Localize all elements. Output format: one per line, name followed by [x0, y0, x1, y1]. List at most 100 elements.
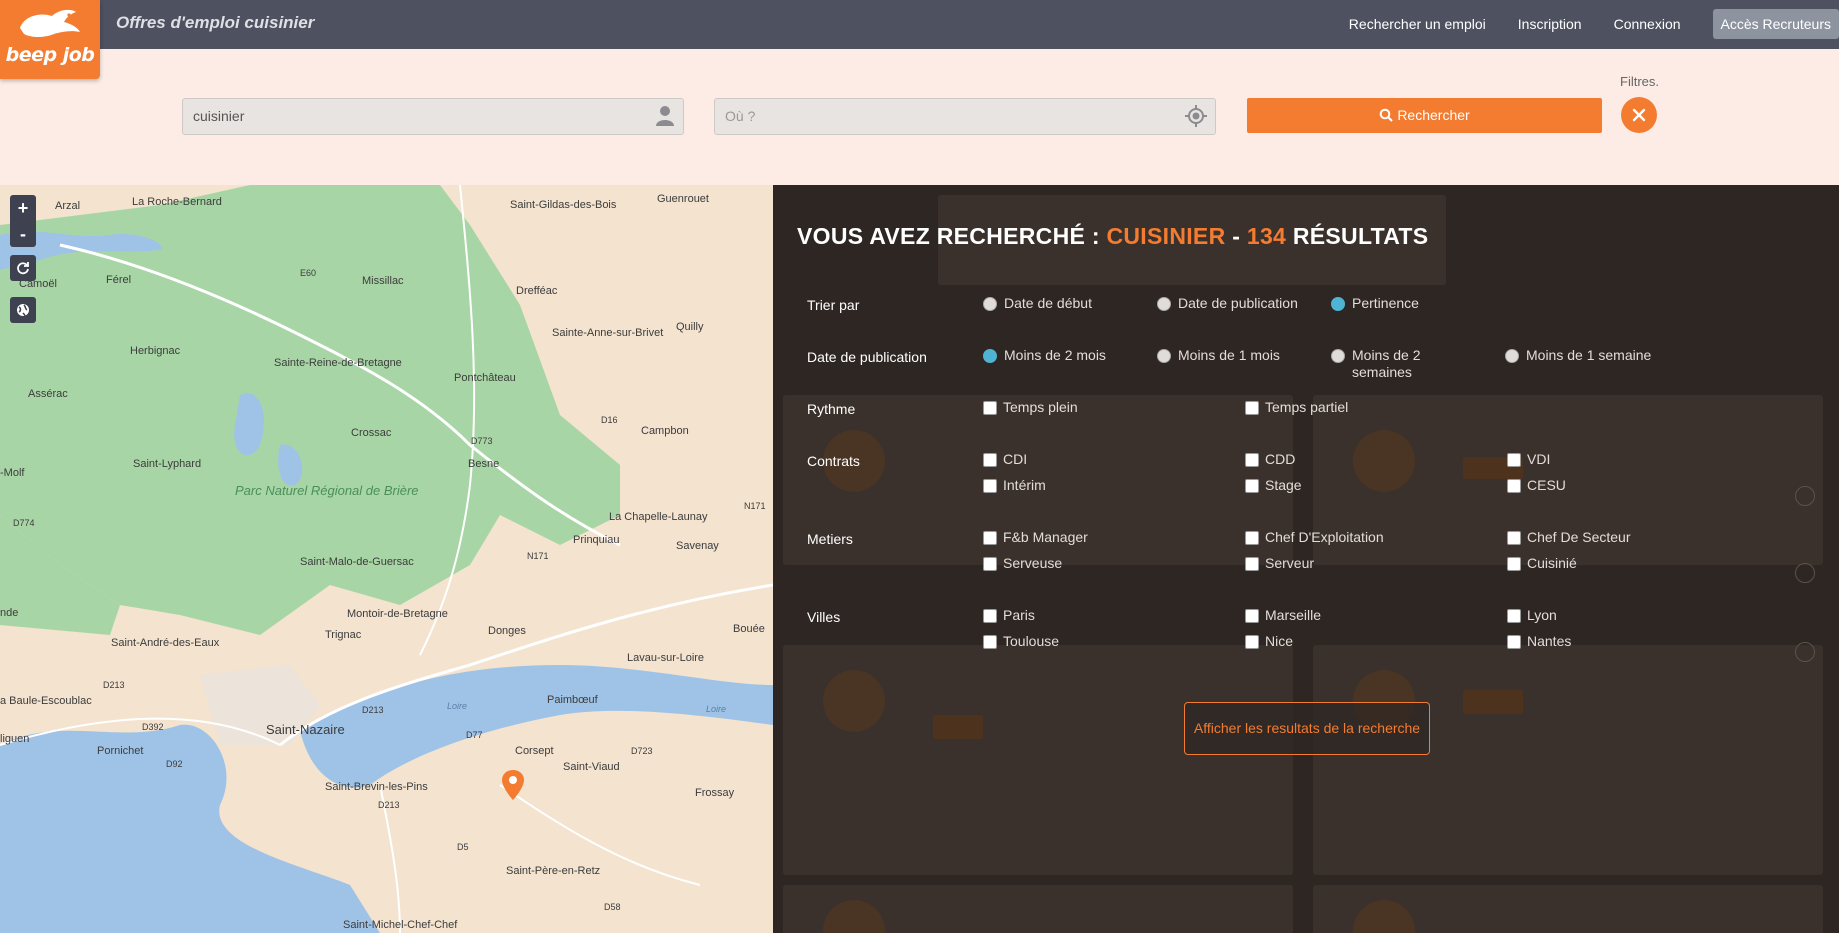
sort-option-start-date[interactable]: Date de début — [983, 295, 1092, 311]
close-filters-button[interactable] — [1621, 97, 1657, 133]
checkbox[interactable] — [983, 401, 997, 415]
map-road-label: D773 — [471, 436, 493, 446]
checkbox[interactable] — [983, 453, 997, 467]
radio-selected[interactable] — [983, 349, 997, 363]
job-option-chef-secteur[interactable]: Chef De Secteur — [1507, 529, 1631, 545]
results-heading: VOUS AVEZ RECHERCHÉ : CUISINIER - 134 RÉ… — [797, 223, 1428, 250]
nav-login-link[interactable]: Connexion — [1614, 16, 1681, 32]
rythme-option-part-time[interactable]: Temps partiel — [1245, 399, 1348, 415]
job-option-fb-manager[interactable]: F&b Manager — [983, 529, 1088, 545]
radio[interactable] — [1157, 297, 1171, 311]
logo[interactable]: beep job — [0, 0, 100, 79]
checkbox[interactable] — [983, 479, 997, 493]
contract-option-stage[interactable]: Stage — [1245, 477, 1302, 493]
job-search-input[interactable]: cuisinier — [182, 98, 684, 135]
nav-search-job-link[interactable]: Rechercher un emploi — [1349, 16, 1486, 32]
checkbox[interactable] — [1507, 479, 1521, 493]
date-option-1-month[interactable]: Moins de 1 mois — [1157, 347, 1280, 363]
map-pin-icon[interactable] — [502, 770, 524, 805]
city-option-toulouse[interactable]: Toulouse — [983, 633, 1059, 649]
globe-button[interactable] — [10, 297, 36, 323]
checkbox[interactable] — [1245, 479, 1259, 493]
map-place-label: Frossay — [695, 787, 735, 799]
date-option-2-months[interactable]: Moins de 2 mois — [983, 347, 1106, 363]
results-heading-separator: - — [1232, 223, 1241, 249]
map-place-label: Saint-Gildas-des-Bois — [510, 199, 617, 211]
checkbox[interactable] — [1245, 453, 1259, 467]
checkbox[interactable] — [1507, 453, 1521, 467]
show-results-button[interactable]: Afficher les resultats de la recherche — [1184, 702, 1430, 755]
city-option-nantes[interactable]: Nantes — [1507, 633, 1571, 649]
date-option-2-weeks[interactable]: Moins de 2 semaines — [1331, 347, 1451, 381]
contract-option-cdd[interactable]: CDD — [1245, 451, 1295, 467]
map-road-label: D5 — [457, 842, 469, 852]
option-label: Serveuse — [1003, 555, 1063, 571]
job-option-cuisinie[interactable]: Cuisinié — [1507, 555, 1577, 571]
rythme-filter-label: Rythme — [807, 401, 856, 417]
map-place-label: Sainte-Anne-sur-Brivet — [552, 327, 664, 339]
nav-recruiters-button[interactable]: Accès Recruteurs — [1712, 9, 1839, 39]
checkbox[interactable] — [983, 557, 997, 571]
map-road-label: D77 — [466, 730, 483, 740]
checkbox[interactable] — [1245, 635, 1259, 649]
city-option-marseille[interactable]: Marseille — [1245, 607, 1321, 623]
checkbox[interactable] — [983, 531, 997, 545]
option-label: Marseille — [1265, 607, 1322, 623]
contract-option-interim[interactable]: Intérim — [983, 477, 1046, 493]
radio[interactable] — [1157, 349, 1171, 363]
checkbox[interactable] — [1507, 531, 1521, 545]
contract-option-cesu[interactable]: CESU — [1507, 477, 1566, 493]
chevron-down-icon[interactable] — [1795, 642, 1815, 662]
map-place-label: Guenrouet — [657, 193, 709, 205]
nav-signup-link[interactable]: Inscription — [1518, 16, 1582, 32]
map-place-label: Sainte-Reine-de-Bretagne — [274, 357, 402, 369]
rythme-option-full-time[interactable]: Temps plein — [983, 399, 1078, 415]
search-button[interactable]: Rechercher — [1247, 98, 1602, 133]
job-option-serveuse[interactable]: Serveuse — [983, 555, 1062, 571]
radio[interactable] — [1505, 349, 1519, 363]
map-road-label: D213 — [378, 800, 400, 810]
map-road-label: D392 — [142, 722, 164, 732]
checkbox[interactable] — [983, 609, 997, 623]
checkbox[interactable] — [1245, 557, 1259, 571]
checkbox[interactable] — [1245, 531, 1259, 545]
city-option-paris[interactable]: Paris — [983, 607, 1035, 623]
zoom-out-button[interactable]: - — [10, 221, 36, 247]
radio[interactable] — [1331, 349, 1345, 363]
contracts-filter-label: Contrats — [807, 453, 860, 469]
option-label: Moins de 2 mois — [1004, 347, 1106, 363]
results-panel: VOUS AVEZ RECHERCHÉ : CUISINIER - 134 RÉ… — [773, 185, 1839, 933]
date-option-1-week[interactable]: Moins de 1 semaine — [1505, 347, 1651, 363]
option-label: Temps plein — [1003, 399, 1078, 415]
sort-option-publication-date[interactable]: Date de publication — [1157, 295, 1298, 311]
locate-icon[interactable] — [1185, 105, 1207, 130]
results-heading-suffix: RÉSULTATS — [1292, 223, 1429, 249]
job-option-serveur[interactable]: Serveur — [1245, 555, 1314, 571]
map-place-label: -Molf — [0, 467, 25, 479]
sort-option-relevance[interactable]: Pertinence — [1331, 295, 1419, 311]
checkbox[interactable] — [1245, 401, 1259, 415]
checkbox[interactable] — [1507, 609, 1521, 623]
map-river-label: Loire — [447, 701, 468, 711]
map[interactable]: Arzal La Roche-Bernard Saint-Gildas-des-… — [0, 185, 773, 933]
chevron-down-icon[interactable] — [1795, 563, 1815, 583]
option-label: CDD — [1265, 451, 1296, 467]
radio-selected[interactable] — [1331, 297, 1345, 311]
map-place-label: Saint-Lyphard — [133, 458, 202, 470]
checkbox[interactable] — [983, 635, 997, 649]
refresh-map-button[interactable] — [10, 255, 36, 281]
checkbox[interactable] — [1245, 609, 1259, 623]
checkbox[interactable] — [1507, 635, 1521, 649]
option-label: Lyon — [1527, 607, 1557, 623]
city-option-nice[interactable]: Nice — [1245, 633, 1293, 649]
zoom-in-button[interactable]: + — [10, 195, 36, 221]
contract-option-cdi[interactable]: CDI — [983, 451, 1027, 467]
radio[interactable] — [983, 297, 997, 311]
city-option-lyon[interactable]: Lyon — [1507, 607, 1557, 623]
chevron-down-icon[interactable] — [1795, 486, 1815, 506]
contract-option-vdi[interactable]: VDI — [1507, 451, 1550, 467]
checkbox[interactable] — [1507, 557, 1521, 571]
job-option-chef-exploitation[interactable]: Chef D'Exploitation — [1245, 529, 1384, 545]
location-search-input[interactable]: Où ? — [714, 98, 1216, 135]
logo-text: beep job — [5, 44, 95, 66]
